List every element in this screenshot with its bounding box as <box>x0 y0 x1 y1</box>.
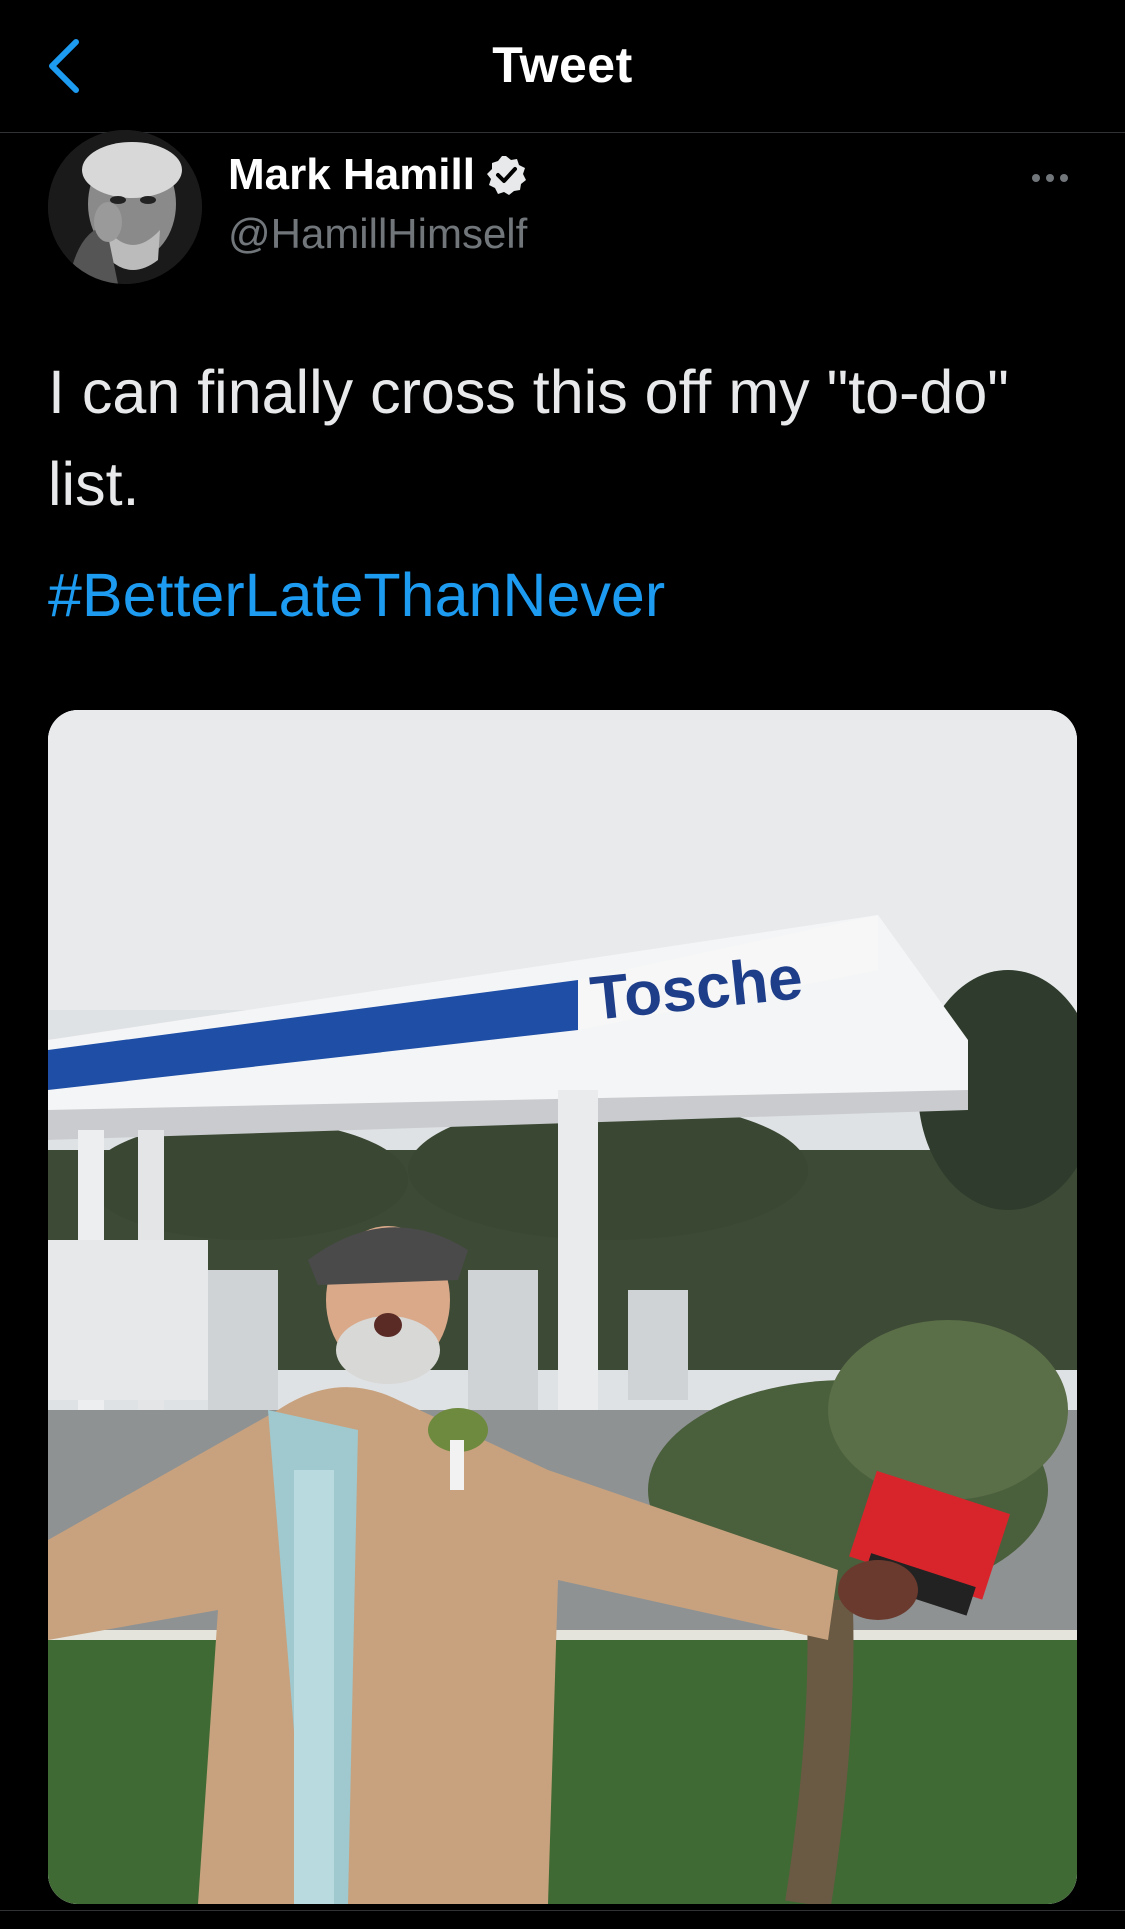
top-navigation-bar: Tweet <box>0 0 1125 133</box>
author-handle[interactable]: @HamillHimself <box>228 210 527 258</box>
author-name: Mark Hamill <box>228 150 475 199</box>
divider <box>0 1910 1125 1911</box>
more-dots-icon <box>1032 174 1040 182</box>
verified-badge-icon <box>486 156 526 195</box>
author-name-row[interactable]: Mark Hamill <box>228 150 527 200</box>
avatar[interactable] <box>48 130 202 284</box>
more-options-button[interactable] <box>1022 158 1078 198</box>
hashtag-link[interactable]: #BetterLateThanNever <box>48 560 665 630</box>
tweet-text: I can finally cross this off my "to-do" … <box>48 358 1009 518</box>
page-title: Tweet <box>492 37 633 93</box>
tweet-photo[interactable]: Tosche <box>48 710 1077 1904</box>
